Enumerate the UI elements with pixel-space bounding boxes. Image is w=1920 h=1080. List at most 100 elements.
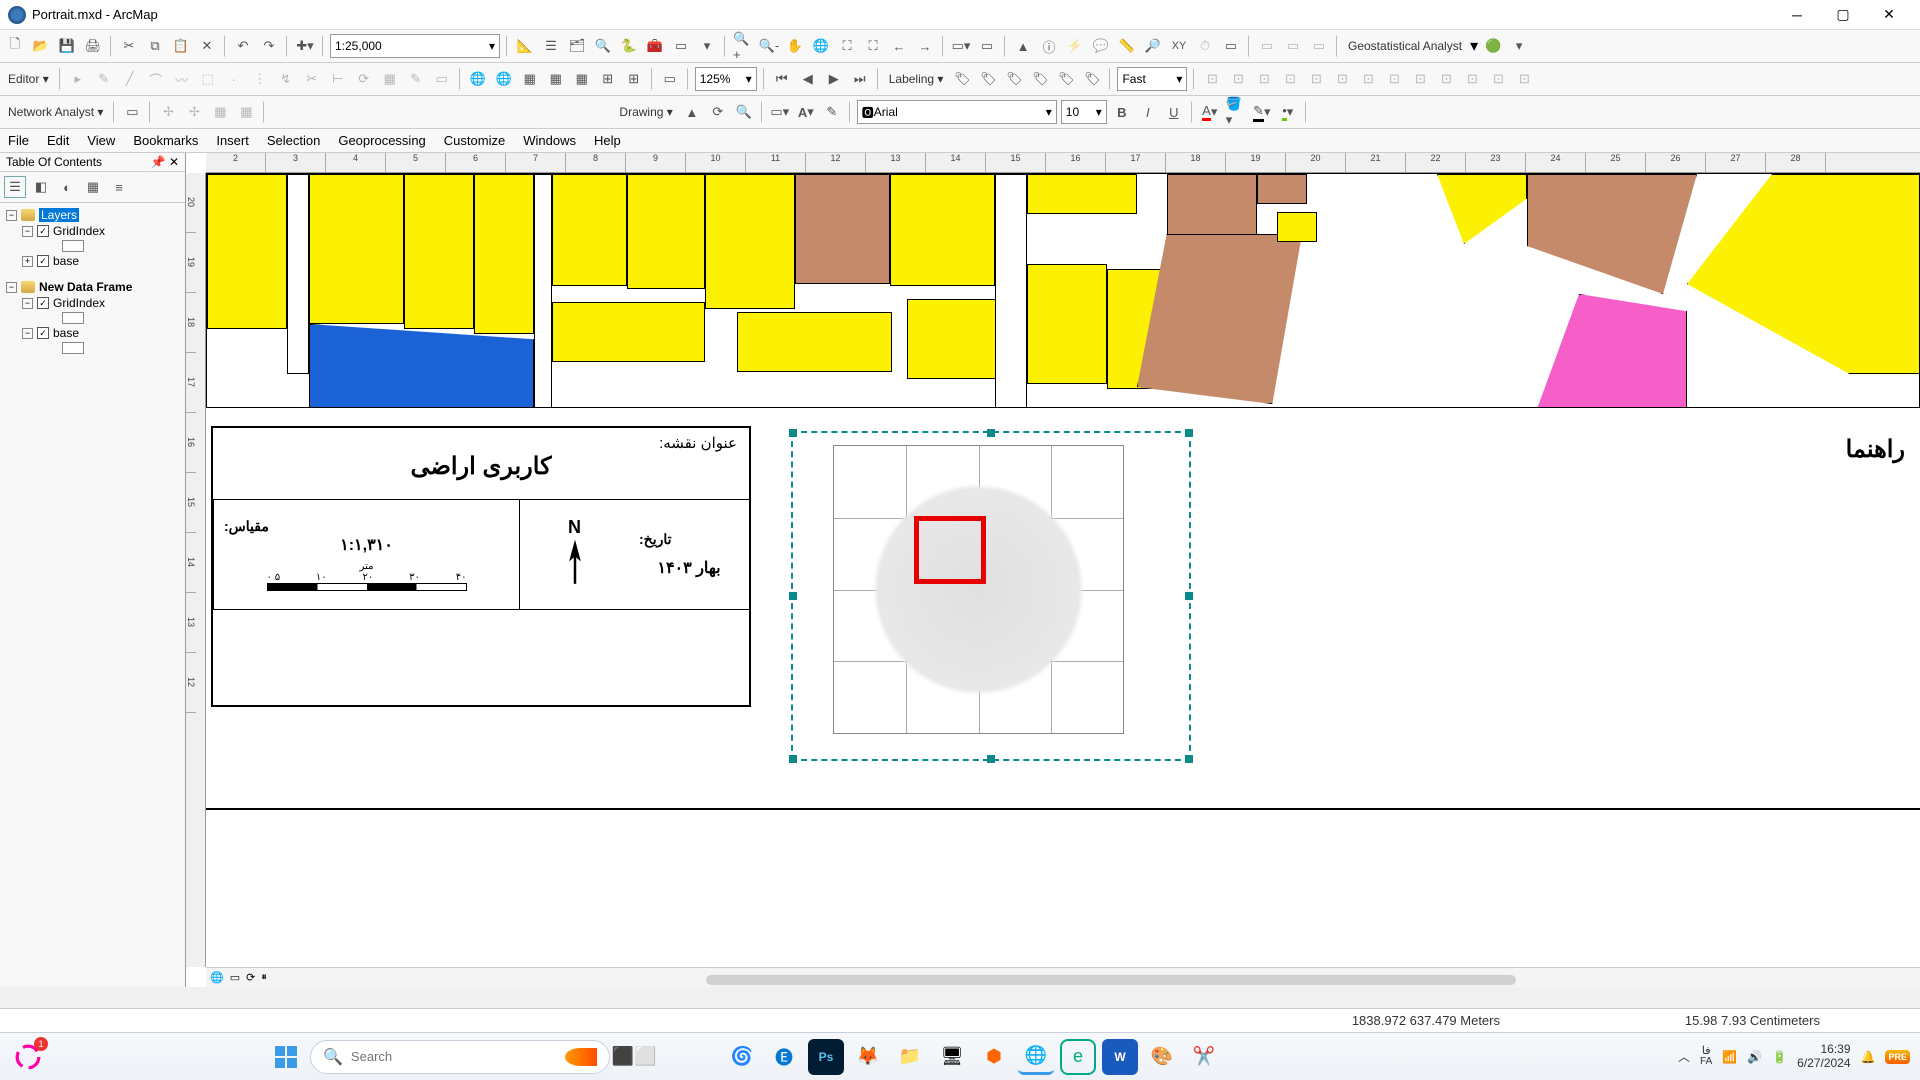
volume-icon[interactable]: 🔊 [1747,1050,1762,1064]
tray-chevron-icon[interactable]: ︿ [1678,1048,1690,1065]
overview-map-frame[interactable] [791,431,1191,761]
list-by-selection-icon[interactable]: ▦ [82,176,104,198]
minimize-button[interactable]: ─ [1774,1,1820,29]
menu-selection[interactable]: Selection [267,133,320,148]
dataframe-layers[interactable]: Layers [39,208,79,222]
snap6-icon[interactable]: ⊡ [1331,68,1353,90]
page-canvas[interactable]: راهنما عنوان نقشه: کاربری اراضی تاریخ: ب… [206,173,1920,967]
menu-windows[interactable]: Windows [523,133,576,148]
create-feat-icon[interactable]: ▭ [431,68,453,90]
collapse-icon[interactable]: − [6,210,17,221]
pan-icon[interactable]: ✋ [784,35,806,57]
snap1-icon[interactable]: ⊡ [1201,68,1223,90]
pause-labels-icon[interactable]: 🏷 [1055,68,1077,90]
close-button[interactable]: ✕ [1866,1,1912,29]
arcpy-icon[interactable]: 🐍 [618,35,640,57]
snap11-icon[interactable]: ⊡ [1461,68,1483,90]
zoom-elem-icon[interactable]: 🔍 [733,101,755,123]
taskbar-search[interactable]: 🔍 [310,1040,610,1074]
arc-icon[interactable]: ⌒ [145,68,167,90]
split-icon[interactable]: ⊢ [327,68,349,90]
drawing-dropdown[interactable]: Drawing ▾ [615,105,676,119]
marker-color-icon[interactable]: •▾ [1277,101,1299,123]
text-tool-icon[interactable]: A▾ [795,101,817,123]
map-titleblock[interactable]: عنوان نقشه: کاربری اراضی تاریخ: بهار ۱۴۰… [211,426,751,707]
dd-prev-icon[interactable]: ◀ [797,68,819,90]
dd-next-icon[interactable]: ▶ [823,68,845,90]
resize-handle[interactable] [987,429,995,437]
data-view-icon[interactable]: 🌐 [210,971,224,984]
notifications-icon[interactable]: 🔔 [1861,1050,1876,1064]
italic-icon[interactable]: I [1137,101,1159,123]
catalog-icon[interactable]: 🗂 [566,35,588,57]
dd-last-icon[interactable]: ⏭ [849,68,871,90]
snap7-icon[interactable]: ⊡ [1357,68,1379,90]
pre-indicator-icon[interactable]: PRE [1885,1050,1910,1064]
edit-annot-icon[interactable]: ✎ [93,68,115,90]
toc-options-icon[interactable]: ≡ [108,176,130,198]
labeling-dropdown[interactable]: Labeling ▾ [885,72,948,86]
edit-sep2-icon[interactable]: ▭ [1282,35,1304,57]
battery-icon[interactable]: 🔋 [1772,1050,1787,1064]
search-window-icon[interactable]: 🔍 [592,35,614,57]
zoomin-icon[interactable]: 🔍+ [732,35,754,57]
geostat-wizard-icon[interactable]: 🟢 [1482,35,1504,57]
taskview-icon[interactable]: ⬛⬜ [616,1039,652,1075]
save-icon[interactable]: 💾 [56,35,78,57]
edit-sep3-icon[interactable]: ▭ [1308,35,1330,57]
resize-handle[interactable] [987,755,995,763]
python-icon[interactable]: ▭ [670,35,692,57]
html-popup-icon[interactable]: 💬 [1090,35,1112,57]
open-icon[interactable]: 📂 [30,35,52,57]
zoom-combo[interactable]: 125%▾ [695,67,757,91]
arcmap-task-icon[interactable]: 🌐 [1018,1039,1054,1075]
georef4-icon[interactable]: ▦ [545,68,567,90]
layer-base[interactable]: base [53,254,79,268]
point-icon[interactable]: · [223,68,245,90]
tray-time[interactable]: 16:39 [1797,1043,1850,1056]
rectangle-tool-icon[interactable]: ▭▾ [769,101,791,123]
font-combo[interactable]: 🅾 Arial▾ [857,100,1057,124]
viewer-icon[interactable]: ▭ [1220,35,1242,57]
geostat-label[interactable]: Geostatistical Analyst [1344,39,1466,53]
photoshop-icon[interactable]: Ps [808,1039,844,1075]
edit-vertices-icon[interactable]: ✎ [821,101,843,123]
bold-icon[interactable]: B [1111,101,1133,123]
model-icon[interactable]: ▾ [696,35,718,57]
start-button[interactable] [268,1039,304,1075]
snap4-icon[interactable]: ⊡ [1279,68,1301,90]
hyperlink-icon[interactable]: ⚡ [1064,35,1086,57]
list-by-source-icon[interactable]: ◧ [30,176,52,198]
na-tool1-icon[interactable]: ✢ [157,101,179,123]
menu-insert[interactable]: Insert [216,133,249,148]
checkbox-icon[interactable]: ✓ [37,255,49,267]
reshape-icon[interactable]: ↯ [275,68,297,90]
geostat-dd-icon[interactable]: ▾ [1508,35,1530,57]
maplex-quality-combo[interactable]: Fast▾ [1117,67,1187,91]
word-icon[interactable]: W [1102,1039,1138,1075]
list-by-visibility-icon[interactable]: ◐ [56,176,78,198]
snap3-icon[interactable]: ⊡ [1253,68,1275,90]
line-color-icon[interactable]: ✎▾ [1251,101,1273,123]
findxy-icon[interactable]: XY [1168,35,1190,57]
pause-draw-icon[interactable]: ⏸ [261,971,267,984]
snip-icon[interactable]: ✂️ [1186,1039,1222,1075]
toc-icon[interactable]: ☰ [540,35,562,57]
menu-geoprocessing[interactable]: Geoprocessing [338,133,425,148]
maximize-button[interactable]: ▢ [1820,1,1866,29]
snap8-icon[interactable]: ⊡ [1383,68,1405,90]
layout-view-icon[interactable]: ▭ [230,971,240,984]
resize-handle[interactable] [789,429,797,437]
search-input[interactable] [351,1049,557,1064]
attr-icon[interactable]: ▦ [379,68,401,90]
layer-gridindex[interactable]: GridIndex [53,224,105,238]
snap5-icon[interactable]: ⊡ [1305,68,1327,90]
fontsize-combo[interactable]: 10▾ [1061,100,1107,124]
grid2-icon[interactable]: ⊞ [623,68,645,90]
scale-combo[interactable]: 1:25,000▾ [330,34,500,58]
layer-base2[interactable]: base [53,326,79,340]
resize-handle[interactable] [1185,592,1193,600]
app-orange-icon[interactable]: ⬢ [976,1039,1012,1075]
snap12-icon[interactable]: ⊡ [1487,68,1509,90]
checkbox-icon[interactable]: ✓ [37,225,49,237]
